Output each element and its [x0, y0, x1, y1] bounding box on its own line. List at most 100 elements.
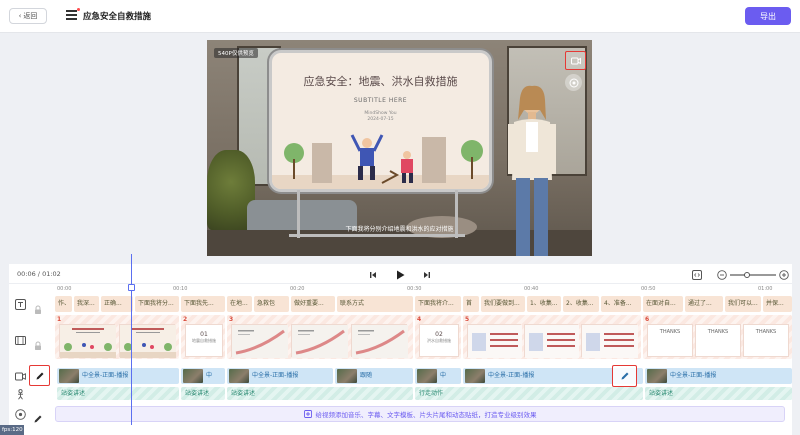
add-effects-bar[interactable]: 给视频添加音乐、字幕、文字模板、片头片尾和动态贴纸，打造专业级别效果: [55, 406, 785, 422]
text-clip[interactable]: 下面我将分...: [135, 296, 179, 312]
text-clip[interactable]: 做好重要...: [291, 296, 335, 312]
zoom-slider[interactable]: [730, 271, 776, 278]
back-button[interactable]: ‹ 返回: [9, 8, 47, 24]
play-icon[interactable]: [396, 270, 405, 280]
add-effects-hint: 给视频添加音乐、字幕、文字模板、片头片尾和动态贴纸，打造专业级别效果: [315, 411, 537, 419]
avatar-clip[interactable]: 中全景-正面-播报: [645, 368, 792, 384]
motion-clip[interactable]: 站姿讲述: [645, 387, 792, 400]
back-label: 返回: [23, 12, 38, 20]
lock-icon[interactable]: [33, 300, 43, 314]
motion-clip[interactable]: 站姿讲述: [181, 387, 225, 400]
skip-back-icon[interactable]: [369, 271, 377, 279]
fit-timeline-icon[interactable]: [692, 270, 702, 280]
target-icon: [569, 78, 578, 87]
avatar-thumbnail: [465, 369, 485, 383]
slide-clip[interactable]: 5: [463, 315, 641, 359]
zoom-view-button[interactable]: [565, 74, 582, 91]
text-clip[interactable]: 并保...: [763, 296, 792, 312]
slide-thumbnail: THANKS: [695, 324, 741, 357]
chevron-left-icon: ‹: [18, 12, 22, 20]
slide-number: 1: [57, 316, 62, 323]
slide-thumbnail: THANKS: [647, 324, 693, 357]
slide-track-icon: [13, 333, 27, 347]
motion-clip[interactable]: 行走动作: [415, 387, 643, 400]
timeline-header: 00:06 / 01:02: [9, 264, 792, 284]
edit-avatar-button[interactable]: [29, 365, 50, 386]
ruler-label: 00:20: [290, 286, 305, 292]
slide-clip[interactable]: 1: [55, 315, 179, 359]
text-clip[interactable]: 正确...: [101, 296, 133, 312]
zoom-in-icon[interactable]: [779, 270, 789, 280]
slide-thumbnail: [351, 324, 408, 358]
text-clip[interactable]: 2、收集...: [563, 296, 599, 312]
playhead-line[interactable]: [131, 254, 132, 425]
slide-clip[interactable]: 6 THANKS THANKS THANKS: [643, 315, 792, 359]
slide-clip[interactable]: 3: [227, 315, 413, 359]
text-clip[interactable]: 我们要做到...: [481, 296, 525, 312]
motion-clip[interactable]: 站姿讲述: [57, 387, 179, 400]
text-clip[interactable]: 4、准备...: [601, 296, 641, 312]
avatar-clip[interactable]: 跟随: [335, 368, 413, 384]
slide-thumbnail: [231, 324, 288, 358]
slide-section-number: 02: [435, 331, 443, 338]
avatar-clip[interactable]: 中全景-正面-播报: [227, 368, 333, 384]
effects-track-icon: [13, 407, 27, 421]
avatar-presenter: [508, 85, 556, 256]
text-clip[interactable]: 在地...: [227, 296, 252, 312]
slide-clip[interactable]: 2 01 地震自救措施: [181, 315, 225, 359]
avatar-clip[interactable]: 中全景-正面-播报: [57, 368, 179, 384]
playhead-handle[interactable]: [128, 284, 135, 291]
edit-clip-button[interactable]: [612, 365, 637, 387]
avatar-thumbnail: [337, 369, 357, 383]
presentation-board: 应急安全：地震、洪水自救措施 SUBTITLE HERE MindShow Yo…: [269, 50, 492, 192]
avatar-clip[interactable]: 中: [181, 368, 225, 384]
zoom-out-icon[interactable]: [717, 270, 727, 280]
slide-thumbnail: [524, 324, 579, 358]
avatar-thumbnail: [417, 369, 437, 383]
text-clip[interactable]: 下面我将介...: [415, 296, 461, 312]
thanks-label: THANKS: [755, 329, 777, 335]
text-clip[interactable]: 我深...: [74, 296, 99, 312]
camera-view-button[interactable]: [565, 51, 586, 70]
avatar-thumbnail: [59, 369, 79, 383]
board-author: MindShow You 2024-07-15: [364, 111, 397, 122]
lock-icon[interactable]: [33, 336, 43, 350]
text-clip[interactable]: 1、收集...: [527, 296, 561, 312]
zoom-slider-knob[interactable]: [744, 271, 750, 278]
timeline-panel: 00:06 / 01:02 00:00 00:10 00:20 00:30 00…: [9, 264, 792, 435]
slide-section-title: 洪水自救措施: [427, 338, 451, 343]
text-clip[interactable]: 首: [463, 296, 479, 312]
text-clip[interactable]: 联系方式: [337, 296, 413, 312]
text-clip[interactable]: 急救包: [254, 296, 289, 312]
text-clip[interactable]: 作、: [55, 296, 72, 312]
slide-section-title: 地震自救措施: [192, 338, 216, 343]
menu-icon[interactable]: [66, 8, 80, 20]
motion-clip[interactable]: 站姿讲述: [227, 387, 413, 400]
slide-number: 5: [465, 316, 470, 323]
slide-thumbnail: 02 洪水自救措施: [419, 324, 459, 357]
edit-effects-icon[interactable]: [33, 409, 43, 423]
export-button[interactable]: 导出: [745, 7, 791, 25]
motion-track: 站姿讲述 站姿讲述 站姿讲述 行走动作 站姿讲述: [55, 387, 792, 400]
board-illustration: [272, 134, 489, 189]
text-clip[interactable]: 我们可以...: [725, 296, 761, 312]
avatar-clip[interactable]: 中: [415, 368, 461, 384]
avatar-thumbnail: [183, 369, 203, 383]
slide-thumbnail: [467, 324, 522, 358]
zoom-controls: [692, 269, 789, 281]
text-clip[interactable]: 在面对自...: [643, 296, 683, 312]
slide-number: 3: [229, 316, 234, 323]
text-clip[interactable]: 通过了...: [685, 296, 723, 312]
slide-clip[interactable]: 4 02 洪水自救措施: [415, 315, 461, 359]
video-preview: 540P仅供预览 应急安全：地震、洪水自救措施 SUBTITLE HERE Mi…: [207, 40, 592, 256]
camera-icon: [570, 57, 581, 64]
skip-forward-icon[interactable]: [423, 271, 431, 279]
text-clip[interactable]: 下面我先...: [181, 296, 225, 312]
top-bar: ‹ 返回 应急安全自救措施 导出: [0, 0, 800, 33]
time-ruler[interactable]: 00:00 00:10 00:20 00:30 00:40 00:50 01:0…: [55, 285, 792, 294]
caption-text: 下面我将分别介绍地震和洪水的应对措施: [345, 226, 454, 233]
ruler-label: 01:00: [758, 286, 773, 292]
text-track-icon: [13, 297, 27, 311]
board-title: 应急安全：地震、洪水自救措施: [303, 75, 458, 88]
slide-number: 4: [417, 316, 422, 323]
